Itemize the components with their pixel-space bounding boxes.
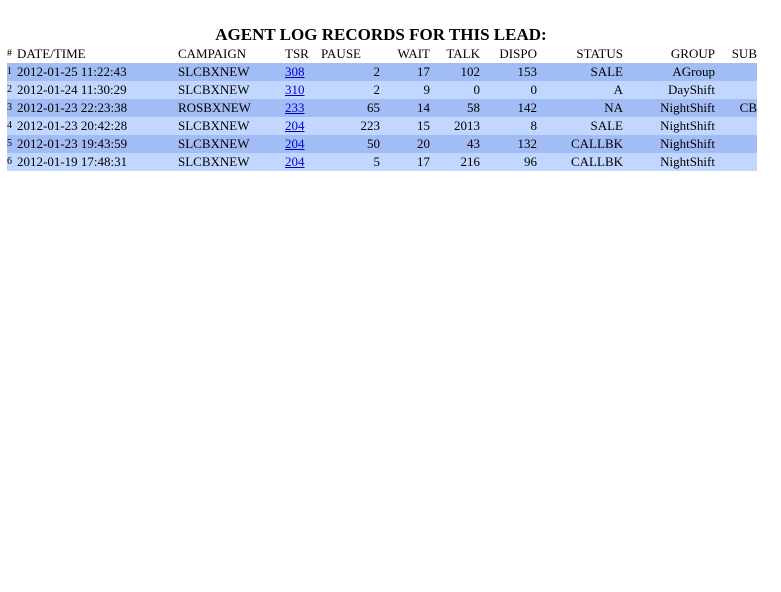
row-dispo: 142 [480, 99, 537, 117]
row-number: 3 [7, 99, 17, 117]
row-talk: 216 [430, 153, 480, 171]
row-wait: 20 [380, 135, 430, 153]
tsr-link[interactable]: 310 [285, 82, 305, 97]
row-talk: 43 [430, 135, 480, 153]
row-campaign: SLCBXNEW [178, 117, 285, 135]
row-tsr-cell: 204 [285, 135, 321, 153]
tsr-link[interactable]: 204 [285, 154, 305, 169]
row-status: CALLBK [537, 135, 623, 153]
table-row: 3 2012-01-23 22:23:38 ROSBXNEW 233 65 14… [7, 99, 757, 117]
row-sub [715, 135, 757, 153]
row-pause: 65 [321, 99, 380, 117]
table-row: 6 2012-01-19 17:48:31 SLCBXNEW 204 5 17 … [7, 153, 757, 171]
row-sub [715, 81, 757, 99]
header-tsr: TSR [285, 46, 309, 61]
row-tsr-cell: 310 [285, 81, 321, 99]
row-pause: 50 [321, 135, 380, 153]
header-num: # [7, 48, 12, 59]
row-status: A [537, 81, 623, 99]
row-pause: 2 [321, 81, 380, 99]
row-wait: 17 [380, 153, 430, 171]
row-tsr-cell: 233 [285, 99, 321, 117]
row-datetime: 2012-01-25 11:22:43 [17, 63, 178, 81]
header-status: STATUS [576, 46, 623, 61]
row-number: 2 [7, 81, 17, 99]
row-datetime: 2012-01-24 11:30:29 [17, 81, 178, 99]
row-talk: 58 [430, 99, 480, 117]
header-group: GROUP [670, 46, 715, 61]
tsr-link[interactable]: 204 [285, 118, 305, 133]
row-sub: CB [715, 99, 757, 117]
table-header: # DATE/TIME CAMPAIGN TSR PAUSE WAIT TALK… [7, 45, 757, 63]
row-talk: 2013 [430, 117, 480, 135]
row-dispo: 96 [480, 153, 537, 171]
row-number: 5 [7, 135, 17, 153]
row-number: 6 [7, 153, 17, 171]
row-group: NightShift [623, 117, 715, 135]
row-wait: 14 [380, 99, 430, 117]
row-group: NightShift [623, 99, 715, 117]
row-sub [715, 153, 757, 171]
row-number: 4 [7, 117, 17, 135]
tsr-link[interactable]: 204 [285, 136, 305, 151]
row-datetime: 2012-01-19 17:48:31 [17, 153, 178, 171]
row-wait: 17 [380, 63, 430, 81]
row-wait: 15 [380, 117, 430, 135]
row-group: NightShift [623, 153, 715, 171]
page-title: AGENT LOG RECORDS FOR THIS LEAD: [215, 25, 547, 44]
table-row: 1 2012-01-25 11:22:43 SLCBXNEW 308 2 17 … [7, 63, 757, 81]
row-campaign: SLCBXNEW [178, 135, 285, 153]
row-group: NightShift [623, 135, 715, 153]
row-datetime: 2012-01-23 22:23:38 [17, 99, 178, 117]
row-datetime: 2012-01-23 19:43:59 [17, 135, 178, 153]
row-campaign: SLCBXNEW [178, 63, 285, 81]
row-tsr-cell: 204 [285, 153, 321, 171]
row-talk: 102 [430, 63, 480, 81]
row-number: 1 [7, 63, 17, 81]
row-dispo: 153 [480, 63, 537, 81]
row-dispo: 0 [480, 81, 537, 99]
header-pause: PAUSE [321, 46, 361, 61]
row-pause: 223 [321, 117, 380, 135]
header-campaign: CAMPAIGN [178, 46, 247, 61]
row-talk: 0 [430, 81, 480, 99]
row-campaign: ROSBXNEW [178, 99, 285, 117]
tsr-link[interactable]: 308 [285, 64, 305, 79]
header-row: # DATE/TIME CAMPAIGN TSR PAUSE WAIT TALK… [7, 45, 757, 63]
table-row: 2 2012-01-24 11:30:29 SLCBXNEW 310 2 9 0… [7, 81, 757, 99]
header-wait: WAIT [397, 46, 431, 61]
row-dispo: 132 [480, 135, 537, 153]
row-group: AGroup [623, 63, 715, 81]
tsr-link[interactable]: 233 [285, 100, 305, 115]
header-datetime: DATE/TIME [17, 46, 86, 61]
table-body: 1 2012-01-25 11:22:43 SLCBXNEW 308 2 17 … [7, 63, 757, 171]
row-wait: 9 [380, 81, 430, 99]
header-talk: TALK [446, 46, 480, 61]
row-sub [715, 117, 757, 135]
header-dispo: DISPO [499, 46, 537, 61]
row-pause: 5 [321, 153, 380, 171]
table-row: 5 2012-01-23 19:43:59 SLCBXNEW 204 50 20… [7, 135, 757, 153]
row-status: NA [537, 99, 623, 117]
row-datetime: 2012-01-23 20:42:28 [17, 117, 178, 135]
header-sub: SUB [731, 46, 757, 61]
row-status: SALE [537, 63, 623, 81]
row-group: DayShift [623, 81, 715, 99]
row-dispo: 8 [480, 117, 537, 135]
row-campaign: SLCBXNEW [178, 81, 285, 99]
row-sub [715, 63, 757, 81]
row-status: CALLBK [537, 153, 623, 171]
row-pause: 2 [321, 63, 380, 81]
row-campaign: SLCBXNEW [178, 153, 285, 171]
row-tsr-cell: 308 [285, 63, 321, 81]
agent-log-table: # DATE/TIME CAMPAIGN TSR PAUSE WAIT TALK… [7, 45, 757, 171]
row-tsr-cell: 204 [285, 117, 321, 135]
table-row: 4 2012-01-23 20:42:28 SLCBXNEW 204 223 1… [7, 117, 757, 135]
row-status: SALE [537, 117, 623, 135]
